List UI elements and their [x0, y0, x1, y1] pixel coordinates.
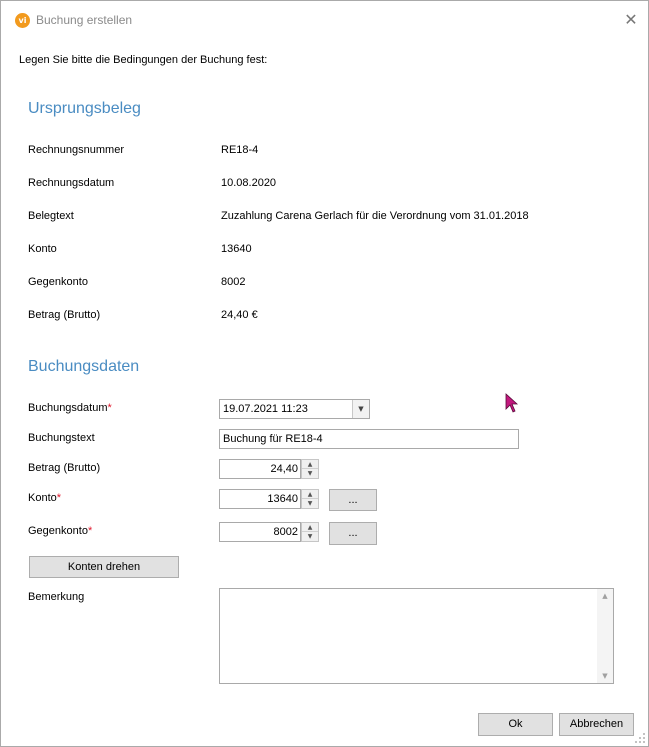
intro-text: Legen Sie bitte die Bedingungen der Buch…	[19, 54, 268, 66]
dialog-window: vi Buchung erstellen ✕ Legen Sie bitte d…	[0, 0, 649, 747]
title-bar: vi Buchung erstellen ✕	[1, 1, 648, 39]
value-betrag: 24,40 €	[221, 309, 258, 321]
ok-button[interactable]: Ok	[478, 713, 553, 736]
required-marker: *	[87, 525, 93, 537]
label-gegenkonto-input: Gegenkonto*	[28, 525, 92, 537]
window-title: Buchung erstellen	[36, 13, 133, 27]
pointer-cursor-icon	[505, 393, 519, 413]
bemerkung-textarea[interactable]: ▲ ▼	[219, 588, 614, 684]
bemerkung-scrollbar[interactable]: ▲ ▼	[597, 589, 613, 683]
label-buchungstext: Buchungstext	[28, 432, 95, 444]
label-bemerkung: Bemerkung	[28, 591, 85, 603]
konten-drehen-button[interactable]: Konten drehen	[29, 556, 179, 578]
betrag-spin-buttons[interactable]: ▲ ▼	[301, 459, 319, 479]
value-gegenkonto: 8002	[221, 276, 246, 288]
betrag-stepper[interactable]: 24,40	[219, 459, 301, 479]
label-konto: Konto	[28, 243, 57, 255]
value-konto: 13640	[221, 243, 252, 255]
buchungsdatum-value: 19.07.2021 11:23	[223, 403, 308, 415]
spin-up-icon[interactable]: ▲	[302, 490, 318, 499]
spin-down-icon[interactable]: ▼	[302, 532, 318, 541]
section-heading-buchungsdaten: Buchungsdaten	[28, 358, 140, 375]
gegenkonto-spin-buttons[interactable]: ▲ ▼	[301, 522, 319, 542]
betrag-value: 24,40	[270, 463, 298, 475]
label-gegenkonto: Gegenkonto	[28, 276, 88, 288]
value-belegtext: Zuzahlung Carena Gerlach für die Verordn…	[221, 210, 529, 222]
chevron-down-icon[interactable]: ▼	[352, 400, 369, 418]
konto-browse-button[interactable]: ...	[329, 489, 377, 511]
konto-stepper[interactable]: 13640	[219, 489, 301, 509]
label-gegenkonto-text: Gegenkonto	[28, 525, 88, 537]
gegenkonto-stepper[interactable]: 8002	[219, 522, 301, 542]
gegenkonto-browse-button[interactable]: ...	[329, 522, 377, 545]
resize-grip-icon[interactable]	[634, 732, 646, 744]
scroll-down-icon[interactable]: ▼	[597, 669, 613, 683]
label-belegtext: Belegtext	[28, 210, 74, 222]
required-marker: *	[56, 492, 62, 504]
value-rechnungsdatum: 10.08.2020	[221, 177, 277, 189]
label-buchungsdatum: Buchungsdatum*	[28, 402, 112, 414]
spin-down-icon[interactable]: ▼	[302, 469, 318, 478]
label-betrag-brutto: Betrag (Brutto)	[28, 462, 101, 474]
scroll-up-icon[interactable]: ▲	[597, 589, 613, 603]
spin-up-icon[interactable]: ▲	[302, 523, 318, 532]
label-rechnungsdatum: Rechnungsdatum	[28, 177, 115, 189]
close-button[interactable]: ✕	[620, 9, 642, 31]
buchungsdatum-combobox[interactable]: 19.07.2021 11:23 ▼	[219, 399, 370, 419]
label-rechnungsnummer: Rechnungsnummer	[28, 144, 124, 156]
label-buchungsdatum-text: Buchungsdatum	[28, 402, 108, 414]
konto-spin-buttons[interactable]: ▲ ▼	[301, 489, 319, 509]
label-konto-text: Konto	[28, 492, 57, 504]
label-betrag: Betrag (Brutto)	[28, 309, 101, 321]
konto-value: 13640	[267, 493, 298, 505]
spin-down-icon[interactable]: ▼	[302, 499, 318, 508]
gegenkonto-value: 8002	[273, 526, 298, 538]
label-konto-input: Konto*	[28, 492, 61, 504]
cancel-button[interactable]: Abbrechen	[559, 713, 634, 736]
required-marker: *	[107, 402, 112, 414]
section-heading-ursprungsbeleg: Ursprungsbeleg	[28, 100, 141, 117]
spin-up-icon[interactable]: ▲	[302, 460, 318, 469]
value-rechnungsnummer: RE18-4	[221, 144, 259, 156]
app-logo-icon: vi	[15, 13, 30, 28]
buchungstext-input[interactable]: Buchung für RE18-4	[219, 429, 519, 449]
